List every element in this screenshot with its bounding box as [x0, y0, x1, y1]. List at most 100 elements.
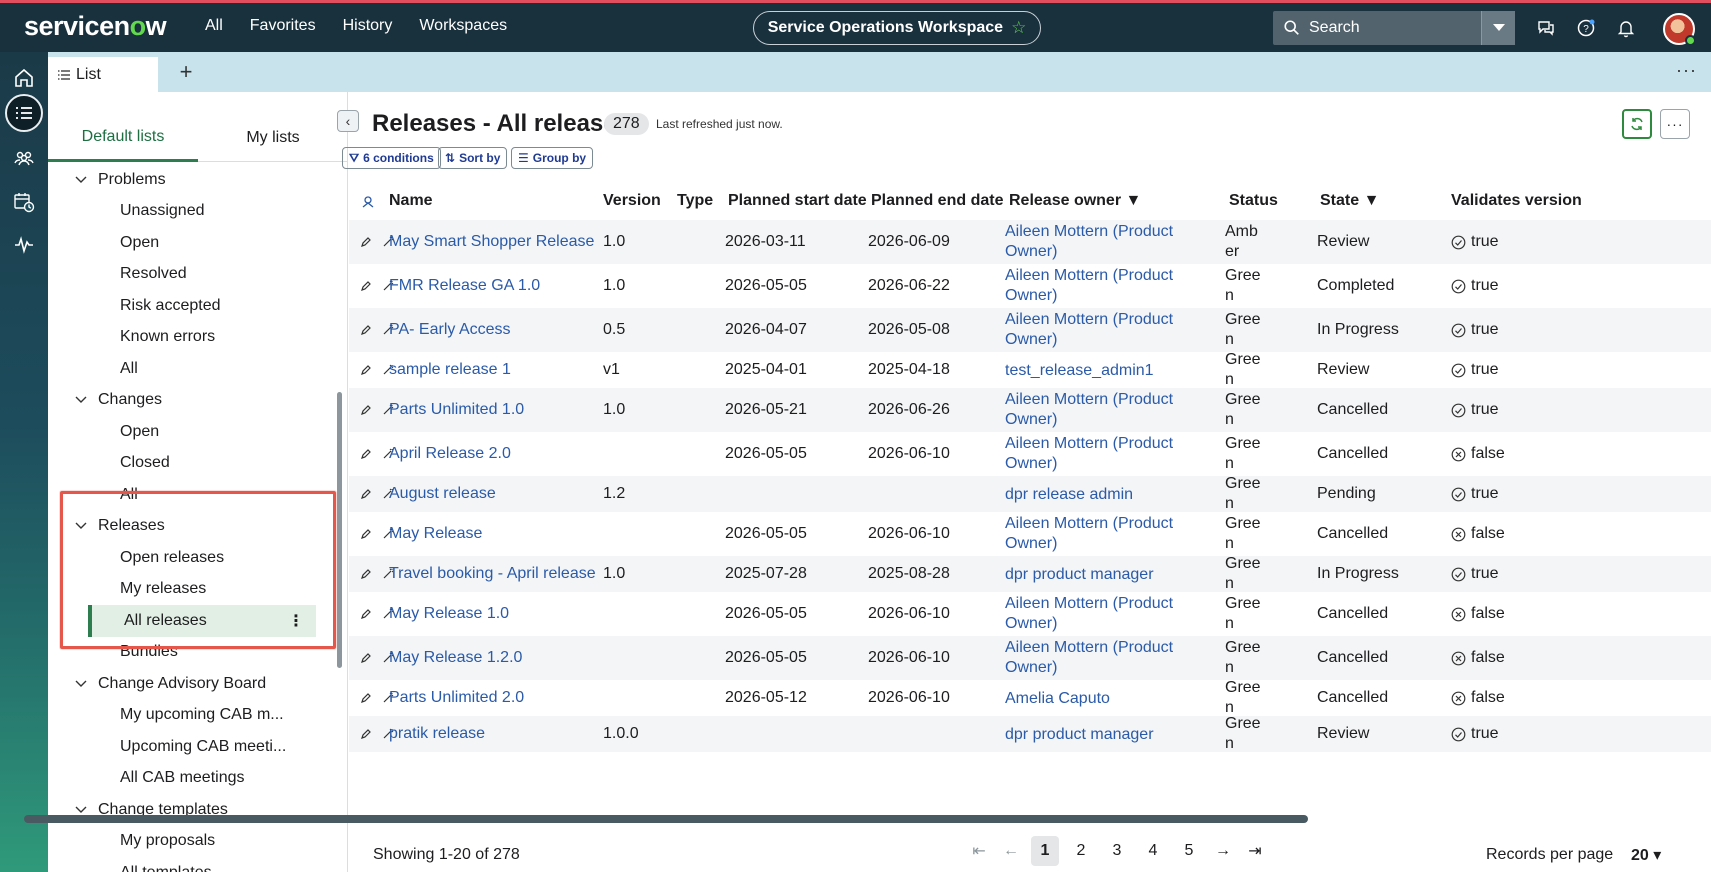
- tree-item[interactable]: All: [48, 353, 338, 385]
- refresh-button[interactable]: [1622, 109, 1652, 139]
- release-name-link[interactable]: PA- Early Access: [389, 321, 511, 339]
- release-name-link[interactable]: May Smart Shopper Release: [389, 233, 594, 251]
- chevron-down-icon[interactable]: [74, 393, 88, 407]
- groups-icon[interactable]: [8, 142, 40, 174]
- records-per-page-select[interactable]: 20 ▾: [1631, 845, 1661, 865]
- release-name-link[interactable]: pratik release: [389, 725, 485, 743]
- tree-item[interactable]: Closed: [48, 448, 338, 480]
- edit-pencil-icon[interactable]: [360, 528, 372, 540]
- release-name-link[interactable]: Travel booking - April release: [389, 565, 596, 583]
- release-name-link[interactable]: Parts Unlimited 1.0: [389, 401, 524, 419]
- list-icon[interactable]: [5, 94, 43, 132]
- nav-history[interactable]: History: [343, 17, 393, 35]
- home-icon[interactable]: [8, 62, 40, 94]
- nav-workspaces[interactable]: Workspaces: [419, 17, 507, 35]
- tree-item[interactable]: My proposals: [48, 826, 338, 858]
- release-owner-link[interactable]: Aileen Mottern (Product Owner): [1005, 434, 1185, 474]
- chat-icon[interactable]: [1536, 18, 1556, 38]
- page-5-button[interactable]: 5: [1175, 836, 1203, 866]
- release-owner-link[interactable]: Aileen Mottern (Product Owner): [1005, 638, 1185, 678]
- help-icon[interactable]: ?: [1576, 18, 1596, 38]
- column-settings-icon[interactable]: [361, 195, 375, 209]
- chevron-down-icon[interactable]: [74, 677, 88, 691]
- chevron-down-icon[interactable]: [74, 173, 88, 187]
- next-page-icon[interactable]: →: [1211, 836, 1235, 866]
- tree-item[interactable]: Upcoming CAB meeti...: [48, 731, 338, 763]
- collapse-sidebar-button[interactable]: ‹: [337, 110, 359, 132]
- page-1-button[interactable]: 1: [1031, 836, 1059, 866]
- conditions-filter-chip[interactable]: ⛛ 6 conditions: [342, 147, 441, 169]
- tree-item[interactable]: Resolved: [48, 259, 338, 291]
- release-name-link[interactable]: May Release: [389, 525, 482, 543]
- release-name-link[interactable]: April Release 2.0: [389, 445, 511, 463]
- release-name-link[interactable]: FMR Release GA 1.0: [389, 277, 540, 295]
- release-name-link[interactable]: May Release 1.2.0: [389, 649, 522, 667]
- tree-item[interactable]: All templates: [48, 857, 338, 872]
- column-filter-icon[interactable]: ▼: [1364, 192, 1380, 209]
- tree-item[interactable]: Known errors: [48, 322, 338, 354]
- search-input[interactable]: Search: [1309, 19, 1481, 37]
- col-state[interactable]: State ▼: [1320, 192, 1379, 210]
- tree-item[interactable]: All CAB meetings: [48, 763, 338, 795]
- table-row[interactable]: May Smart Shopper Release 1.0 2026-03-11 20…: [349, 220, 1711, 264]
- release-owner-link[interactable]: dpr product manager: [1005, 565, 1185, 585]
- release-owner-link[interactable]: Amelia Caputo: [1005, 689, 1185, 709]
- edit-pencil-icon[interactable]: [360, 448, 372, 460]
- nav-favorites[interactable]: Favorites: [250, 17, 316, 35]
- edit-pencil-icon[interactable]: [360, 488, 372, 500]
- servicenow-logo[interactable]: servicenow: [24, 11, 167, 42]
- release-name-link[interactable]: sample release 1: [389, 361, 511, 379]
- release-owner-link[interactable]: Aileen Mottern (Product Owner): [1005, 310, 1185, 350]
- page-4-button[interactable]: 4: [1139, 836, 1167, 866]
- tree-group[interactable]: Problems: [48, 164, 338, 196]
- release-owner-link[interactable]: test_release_admin1: [1005, 361, 1185, 381]
- edit-pencil-icon[interactable]: [360, 280, 372, 292]
- tab-my-lists[interactable]: My lists: [198, 114, 347, 162]
- tree-item[interactable]: Open: [48, 416, 338, 448]
- col-version[interactable]: Version: [603, 192, 661, 210]
- edit-pencil-icon[interactable]: [360, 324, 372, 336]
- table-row[interactable]: FMR Release GA 1.0 1.0 2026-05-05 2026-06-2…: [349, 264, 1711, 308]
- sort-by-chip[interactable]: ⇅ Sort by: [438, 147, 508, 169]
- release-name-link[interactable]: May Release 1.0: [389, 605, 509, 623]
- col-status[interactable]: Status: [1229, 192, 1278, 210]
- edit-pencil-icon[interactable]: [360, 692, 372, 704]
- page-2-button[interactable]: 2: [1067, 836, 1095, 866]
- search-scope-dropdown[interactable]: [1481, 11, 1515, 45]
- tree-group[interactable]: Change Advisory Board: [48, 668, 338, 700]
- column-filter-icon[interactable]: ▼: [1126, 192, 1142, 209]
- col-type[interactable]: Type: [677, 192, 713, 210]
- table-row[interactable]: sample release 1 v1 2025-04-01 2025-04-18 te…: [349, 351, 1711, 388]
- col-validates-version[interactable]: Validates version: [1451, 192, 1582, 210]
- activity-pulse-icon[interactable]: [8, 228, 40, 260]
- edit-pencil-icon[interactable]: [360, 404, 372, 416]
- notifications-bell-icon[interactable]: [1616, 18, 1636, 38]
- tree-item[interactable]: My upcoming CAB m...: [48, 700, 338, 732]
- edit-pencil-icon[interactable]: [360, 364, 372, 376]
- nav-all[interactable]: All: [205, 17, 223, 35]
- list-more-button[interactable]: ···: [1660, 109, 1690, 139]
- calendar-clock-icon[interactable]: [8, 186, 40, 218]
- edit-pencil-icon[interactable]: [360, 236, 372, 248]
- user-avatar[interactable]: [1663, 13, 1696, 46]
- first-page-icon[interactable]: ⇤: [967, 836, 991, 866]
- release-name-link[interactable]: Parts Unlimited 2.0: [389, 689, 524, 707]
- table-row[interactable]: PA- Early Access 0.5 2026-04-07 2026-05-08 A…: [349, 308, 1711, 352]
- table-row[interactable]: May Release 2026-05-05 2026-06-10 Aileen Mo…: [349, 512, 1711, 556]
- tab-default-lists[interactable]: Default lists: [48, 114, 198, 162]
- release-owner-link[interactable]: Aileen Mottern (Product Owner): [1005, 514, 1185, 554]
- tree-item[interactable]: Risk accepted: [48, 290, 338, 322]
- star-icon[interactable]: ☆: [1011, 18, 1026, 38]
- release-owner-link[interactable]: Aileen Mottern (Product Owner): [1005, 594, 1185, 634]
- table-row[interactable]: August release 1.2 dpr release admin Green P…: [349, 475, 1711, 512]
- col-release-owner[interactable]: Release owner ▼: [1009, 192, 1141, 210]
- release-name-link[interactable]: August release: [389, 485, 496, 503]
- edit-pencil-icon[interactable]: [360, 568, 372, 580]
- release-owner-link[interactable]: dpr product manager: [1005, 725, 1185, 745]
- release-owner-link[interactable]: Aileen Mottern (Product Owner): [1005, 222, 1185, 262]
- group-by-chip[interactable]: ☰ Group by: [511, 147, 594, 169]
- global-search[interactable]: Search: [1273, 11, 1515, 45]
- table-horizontal-scrollbar[interactable]: [24, 815, 1308, 823]
- col-planned-end[interactable]: Planned end date: [871, 192, 1003, 210]
- col-planned-start[interactable]: Planned start date: [728, 192, 867, 210]
